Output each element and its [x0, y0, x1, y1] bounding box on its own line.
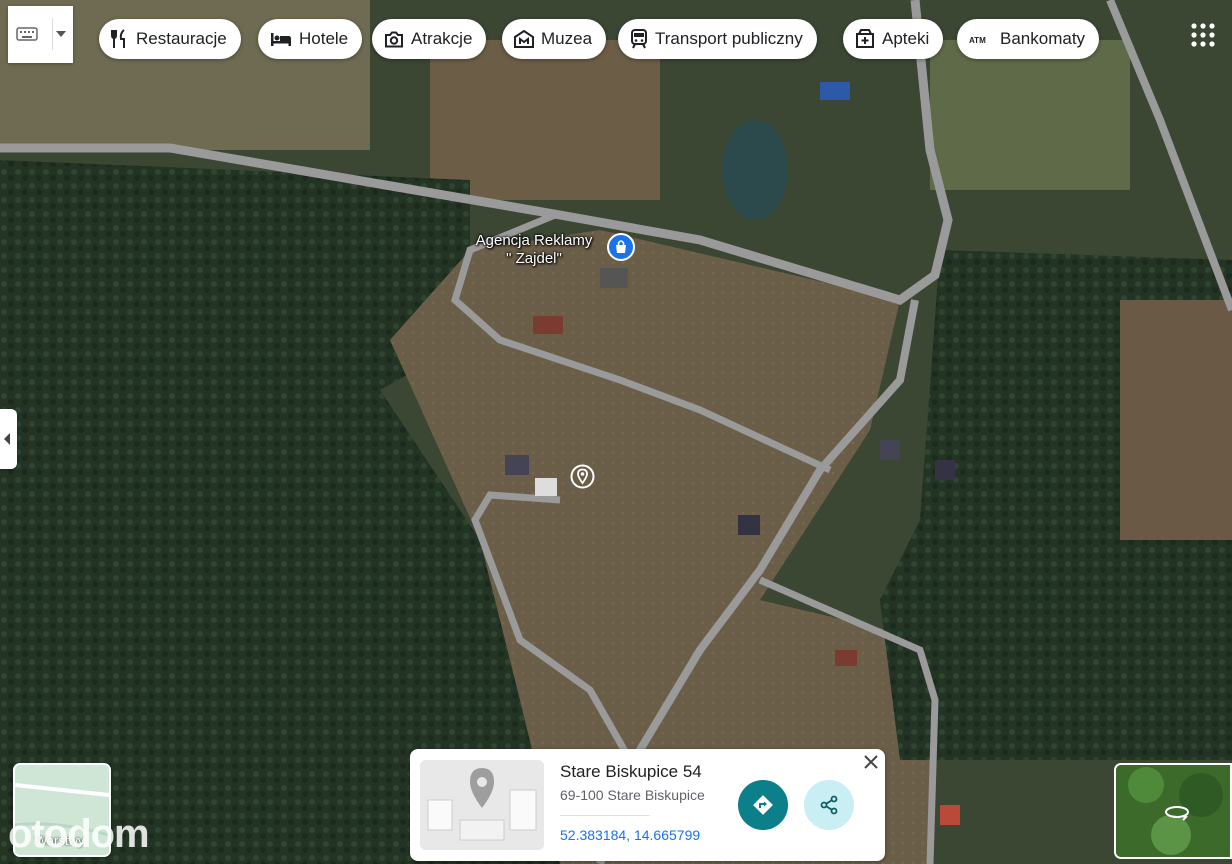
place-address: 69-100 Stare Biskupice [560, 787, 705, 803]
input-tools-button[interactable] [8, 6, 73, 63]
museum-icon [514, 30, 534, 48]
shopping-bag-pin-icon[interactable] [606, 232, 636, 262]
keyboard-icon[interactable] [16, 26, 38, 42]
close-card-button[interactable] [862, 754, 880, 772]
caret-down-icon[interactable] [56, 31, 66, 37]
category-chip-apteki[interactable]: Apteki [843, 19, 944, 59]
category-chip-bankomaty[interactable]: ATM Bankomaty [957, 19, 1100, 59]
pharmacy-icon [856, 29, 874, 48]
street-view-thumbnail[interactable] [1114, 763, 1232, 859]
fork-knife-icon [111, 29, 125, 48]
directions-button[interactable] [738, 780, 788, 830]
otodom-watermark: otodom [8, 812, 150, 856]
chevron-left-icon [4, 433, 10, 445]
category-label: Transport publiczny [655, 29, 803, 48]
location-pin-icon[interactable] [570, 464, 595, 489]
apps-grid-icon[interactable] [1190, 22, 1216, 48]
category-label: Muzea [541, 29, 593, 48]
category-chip-atrakcje[interactable]: Atrakcje [372, 19, 487, 59]
place-coordinates[interactable]: 52.383184, 14.665799 [560, 827, 700, 843]
category-label: Bankomaty [1000, 29, 1086, 48]
poi-label[interactable]: Agencja Reklamy " Zajdel" [462, 232, 606, 268]
rotate-360-icon [1165, 806, 1189, 821]
category-label: Restauracje [136, 29, 227, 48]
poi-name: Agencja Reklamy " Zajdel" [475, 232, 593, 267]
share-icon [820, 795, 838, 815]
category-label: Hotele [299, 29, 349, 48]
toolbar-divider [52, 18, 53, 50]
share-button[interactable] [804, 780, 854, 830]
camera-icon [385, 31, 403, 47]
close-icon [864, 755, 878, 769]
place-thumbnail[interactable] [420, 760, 544, 850]
svg-text:ATM: ATM [969, 36, 986, 45]
bed-icon [271, 33, 291, 46]
collapse-panel-button[interactable] [0, 409, 17, 469]
satellite-map[interactable] [0, 0, 1232, 864]
category-label: Apteki [882, 29, 930, 48]
category-chip-restauracje[interactable]: Restauracje [99, 19, 241, 59]
category-chip-muzea[interactable]: Muzea [502, 19, 607, 59]
place-title: Stare Biskupice 54 [560, 762, 702, 781]
place-thumbnail-illustration [420, 760, 544, 850]
category-label: Atrakcje [411, 29, 473, 48]
atm-icon: ATM [969, 36, 986, 45]
train-icon [631, 29, 647, 49]
place-info-card[interactable]: Stare Biskupice 54 69-100 Stare Biskupic… [410, 749, 885, 861]
category-chip-hotele[interactable]: Hotele [258, 19, 363, 59]
category-chip-transport-publiczny[interactable]: Transport publiczny [618, 19, 817, 59]
directions-icon [753, 795, 773, 815]
card-divider [560, 815, 650, 816]
